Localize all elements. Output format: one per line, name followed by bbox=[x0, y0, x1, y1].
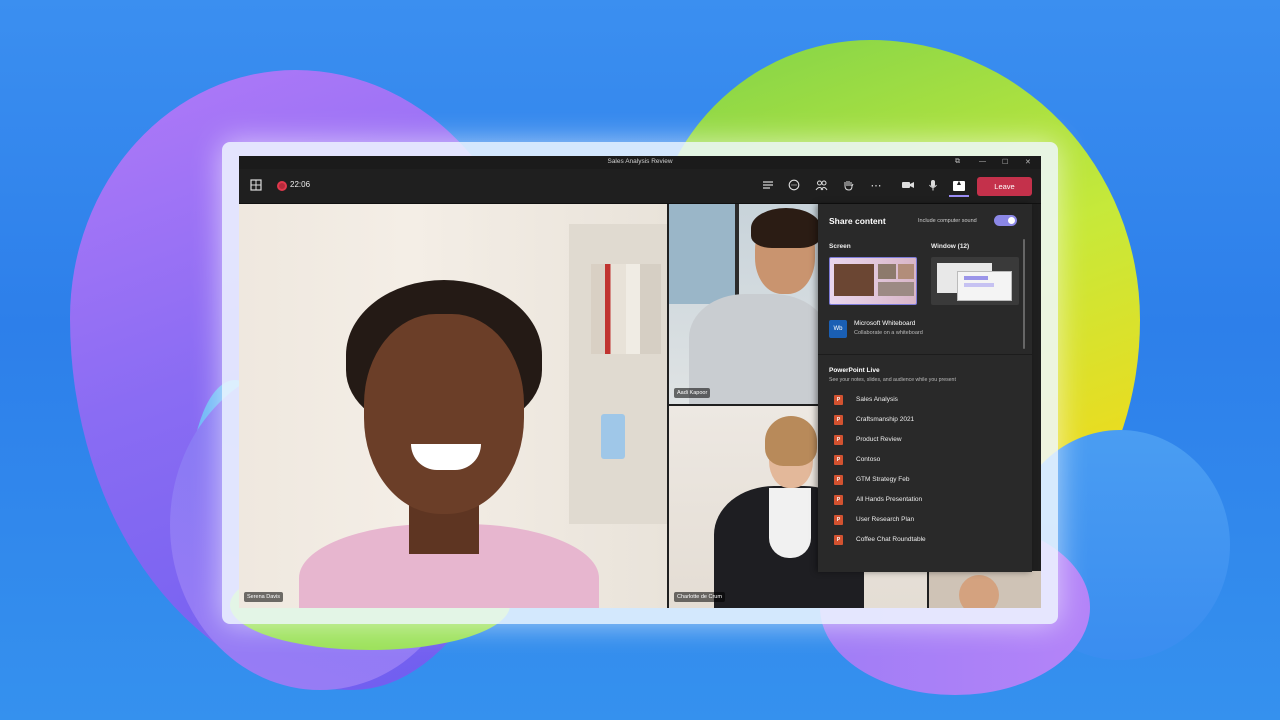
share-icon[interactable]: ▲ bbox=[949, 177, 969, 197]
close-button[interactable]: ✕ bbox=[1025, 158, 1031, 166]
screen-share-thumbnail[interactable] bbox=[829, 257, 917, 305]
minimize-button[interactable]: — bbox=[979, 158, 986, 165]
grid-icon[interactable] bbox=[249, 179, 263, 193]
ppt-file-name: Craftsmanship 2021 bbox=[856, 416, 915, 423]
participant-name-label: Serena Davis bbox=[244, 592, 284, 602]
background-window bbox=[669, 204, 739, 304]
mic-icon[interactable] bbox=[926, 179, 940, 193]
thumb-tile bbox=[878, 282, 914, 296]
ppt-file-item[interactable]: P All Hands Presentation bbox=[834, 493, 1019, 509]
participant-hair bbox=[765, 416, 817, 466]
thumb-window bbox=[957, 271, 1012, 301]
ppt-file-item[interactable]: P User Research Plan bbox=[834, 513, 1019, 529]
ppt-file-name: Coffee Chat Roundtable bbox=[856, 536, 926, 543]
ppt-file-name: GTM Strategy Feb bbox=[856, 476, 910, 483]
ppt-file-name: Contoso bbox=[856, 456, 881, 463]
raise-hand-icon[interactable] bbox=[841, 179, 855, 193]
video-tile-main[interactable]: Serena Davis bbox=[239, 204, 667, 608]
ppt-file-item[interactable]: P Craftsmanship 2021 bbox=[834, 413, 1019, 429]
powerpoint-icon: P bbox=[834, 395, 843, 405]
share-panel-title: Share content bbox=[829, 216, 886, 226]
more-icon[interactable]: ⋯ bbox=[869, 179, 883, 193]
computer-sound-label: Include computer sound bbox=[918, 218, 977, 224]
participant-name-label: Aadi Kapoor bbox=[674, 388, 711, 398]
scrollbar[interactable] bbox=[1023, 239, 1025, 349]
screen-section-label: Screen bbox=[829, 243, 851, 250]
maximize-button[interactable]: ☐ bbox=[1002, 158, 1008, 166]
camera-icon[interactable] bbox=[901, 179, 915, 193]
recording-icon bbox=[277, 181, 287, 191]
whiteboard-icon: Wb bbox=[829, 320, 847, 338]
ppt-file-item[interactable]: P Sales Analysis bbox=[834, 393, 1019, 409]
powerpoint-live-title: PowerPoint Live bbox=[829, 367, 880, 374]
video-tile-small[interactable] bbox=[929, 571, 1041, 608]
participant-hair bbox=[751, 208, 819, 248]
ppt-file-name: User Research Plan bbox=[856, 516, 915, 523]
whiteboard-subtitle: Collaborate on a whiteboard bbox=[854, 330, 923, 336]
participant-face bbox=[364, 314, 524, 514]
title-bar: Sales Analysis Review ⧉ — ☐ ✕ bbox=[239, 156, 1041, 169]
whiteboard-option[interactable]: Wb Microsoft Whiteboard Collaborate on a… bbox=[829, 317, 1019, 345]
ppt-file-item[interactable]: P Coffee Chat Roundtable bbox=[834, 533, 1019, 549]
people-icon[interactable] bbox=[814, 179, 828, 193]
ppt-file-name: All Hands Presentation bbox=[856, 496, 923, 503]
thumb-tile bbox=[878, 264, 896, 279]
window-title: Sales Analysis Review bbox=[607, 158, 673, 165]
window-share-thumbnail[interactable] bbox=[931, 257, 1019, 305]
list-icon[interactable] bbox=[761, 179, 775, 193]
whiteboard-title: Microsoft Whiteboard bbox=[854, 320, 916, 327]
share-content-panel: Share content Include computer sound Scr… bbox=[818, 204, 1032, 572]
meeting-timer: 22:06 bbox=[290, 180, 311, 189]
ppt-file-name: Product Review bbox=[856, 436, 902, 443]
leave-button[interactable]: Leave bbox=[977, 177, 1032, 196]
share-arrow-icon: ▲ bbox=[955, 180, 963, 187]
video-tile-top-right[interactable]: Aadi Kapoor bbox=[669, 204, 819, 404]
powerpoint-live-subtitle: See your notes, slides, and audience whi… bbox=[829, 377, 956, 383]
window-section-label: Window (12) bbox=[931, 243, 970, 250]
divider bbox=[818, 354, 1032, 355]
meeting-toolbar: 22:06 ⋯ ▲ Leave bbox=[239, 169, 1041, 204]
background-jar bbox=[601, 414, 625, 459]
participant-face bbox=[959, 575, 999, 608]
powerpoint-icon: P bbox=[834, 515, 843, 525]
powerpoint-icon: P bbox=[834, 435, 843, 445]
powerpoint-icon: P bbox=[834, 415, 843, 425]
pop-out-icon[interactable]: ⧉ bbox=[955, 158, 960, 166]
teams-meeting-window: Sales Analysis Review ⧉ — ☐ ✕ 22:06 ⋯ ▲ … bbox=[239, 156, 1041, 608]
powerpoint-icon: P bbox=[834, 475, 843, 485]
ppt-file-name: Sales Analysis bbox=[856, 396, 898, 403]
powerpoint-icon: P bbox=[834, 535, 843, 545]
toggle-knob bbox=[1008, 217, 1015, 224]
participant-shirt bbox=[769, 488, 811, 558]
chat-icon[interactable] bbox=[787, 179, 801, 193]
ppt-file-item[interactable]: P GTM Strategy Feb bbox=[834, 473, 1019, 489]
thumb-tile bbox=[834, 264, 874, 296]
powerpoint-icon: P bbox=[834, 495, 843, 505]
participant-name-label: Charlotte de Crum bbox=[674, 592, 725, 602]
thumb-tile bbox=[898, 264, 914, 279]
ppt-file-item[interactable]: P Contoso bbox=[834, 453, 1019, 469]
computer-sound-toggle[interactable] bbox=[994, 215, 1017, 226]
background-books bbox=[591, 264, 661, 354]
powerpoint-icon: P bbox=[834, 455, 843, 465]
ppt-file-item[interactable]: P Product Review bbox=[834, 433, 1019, 449]
